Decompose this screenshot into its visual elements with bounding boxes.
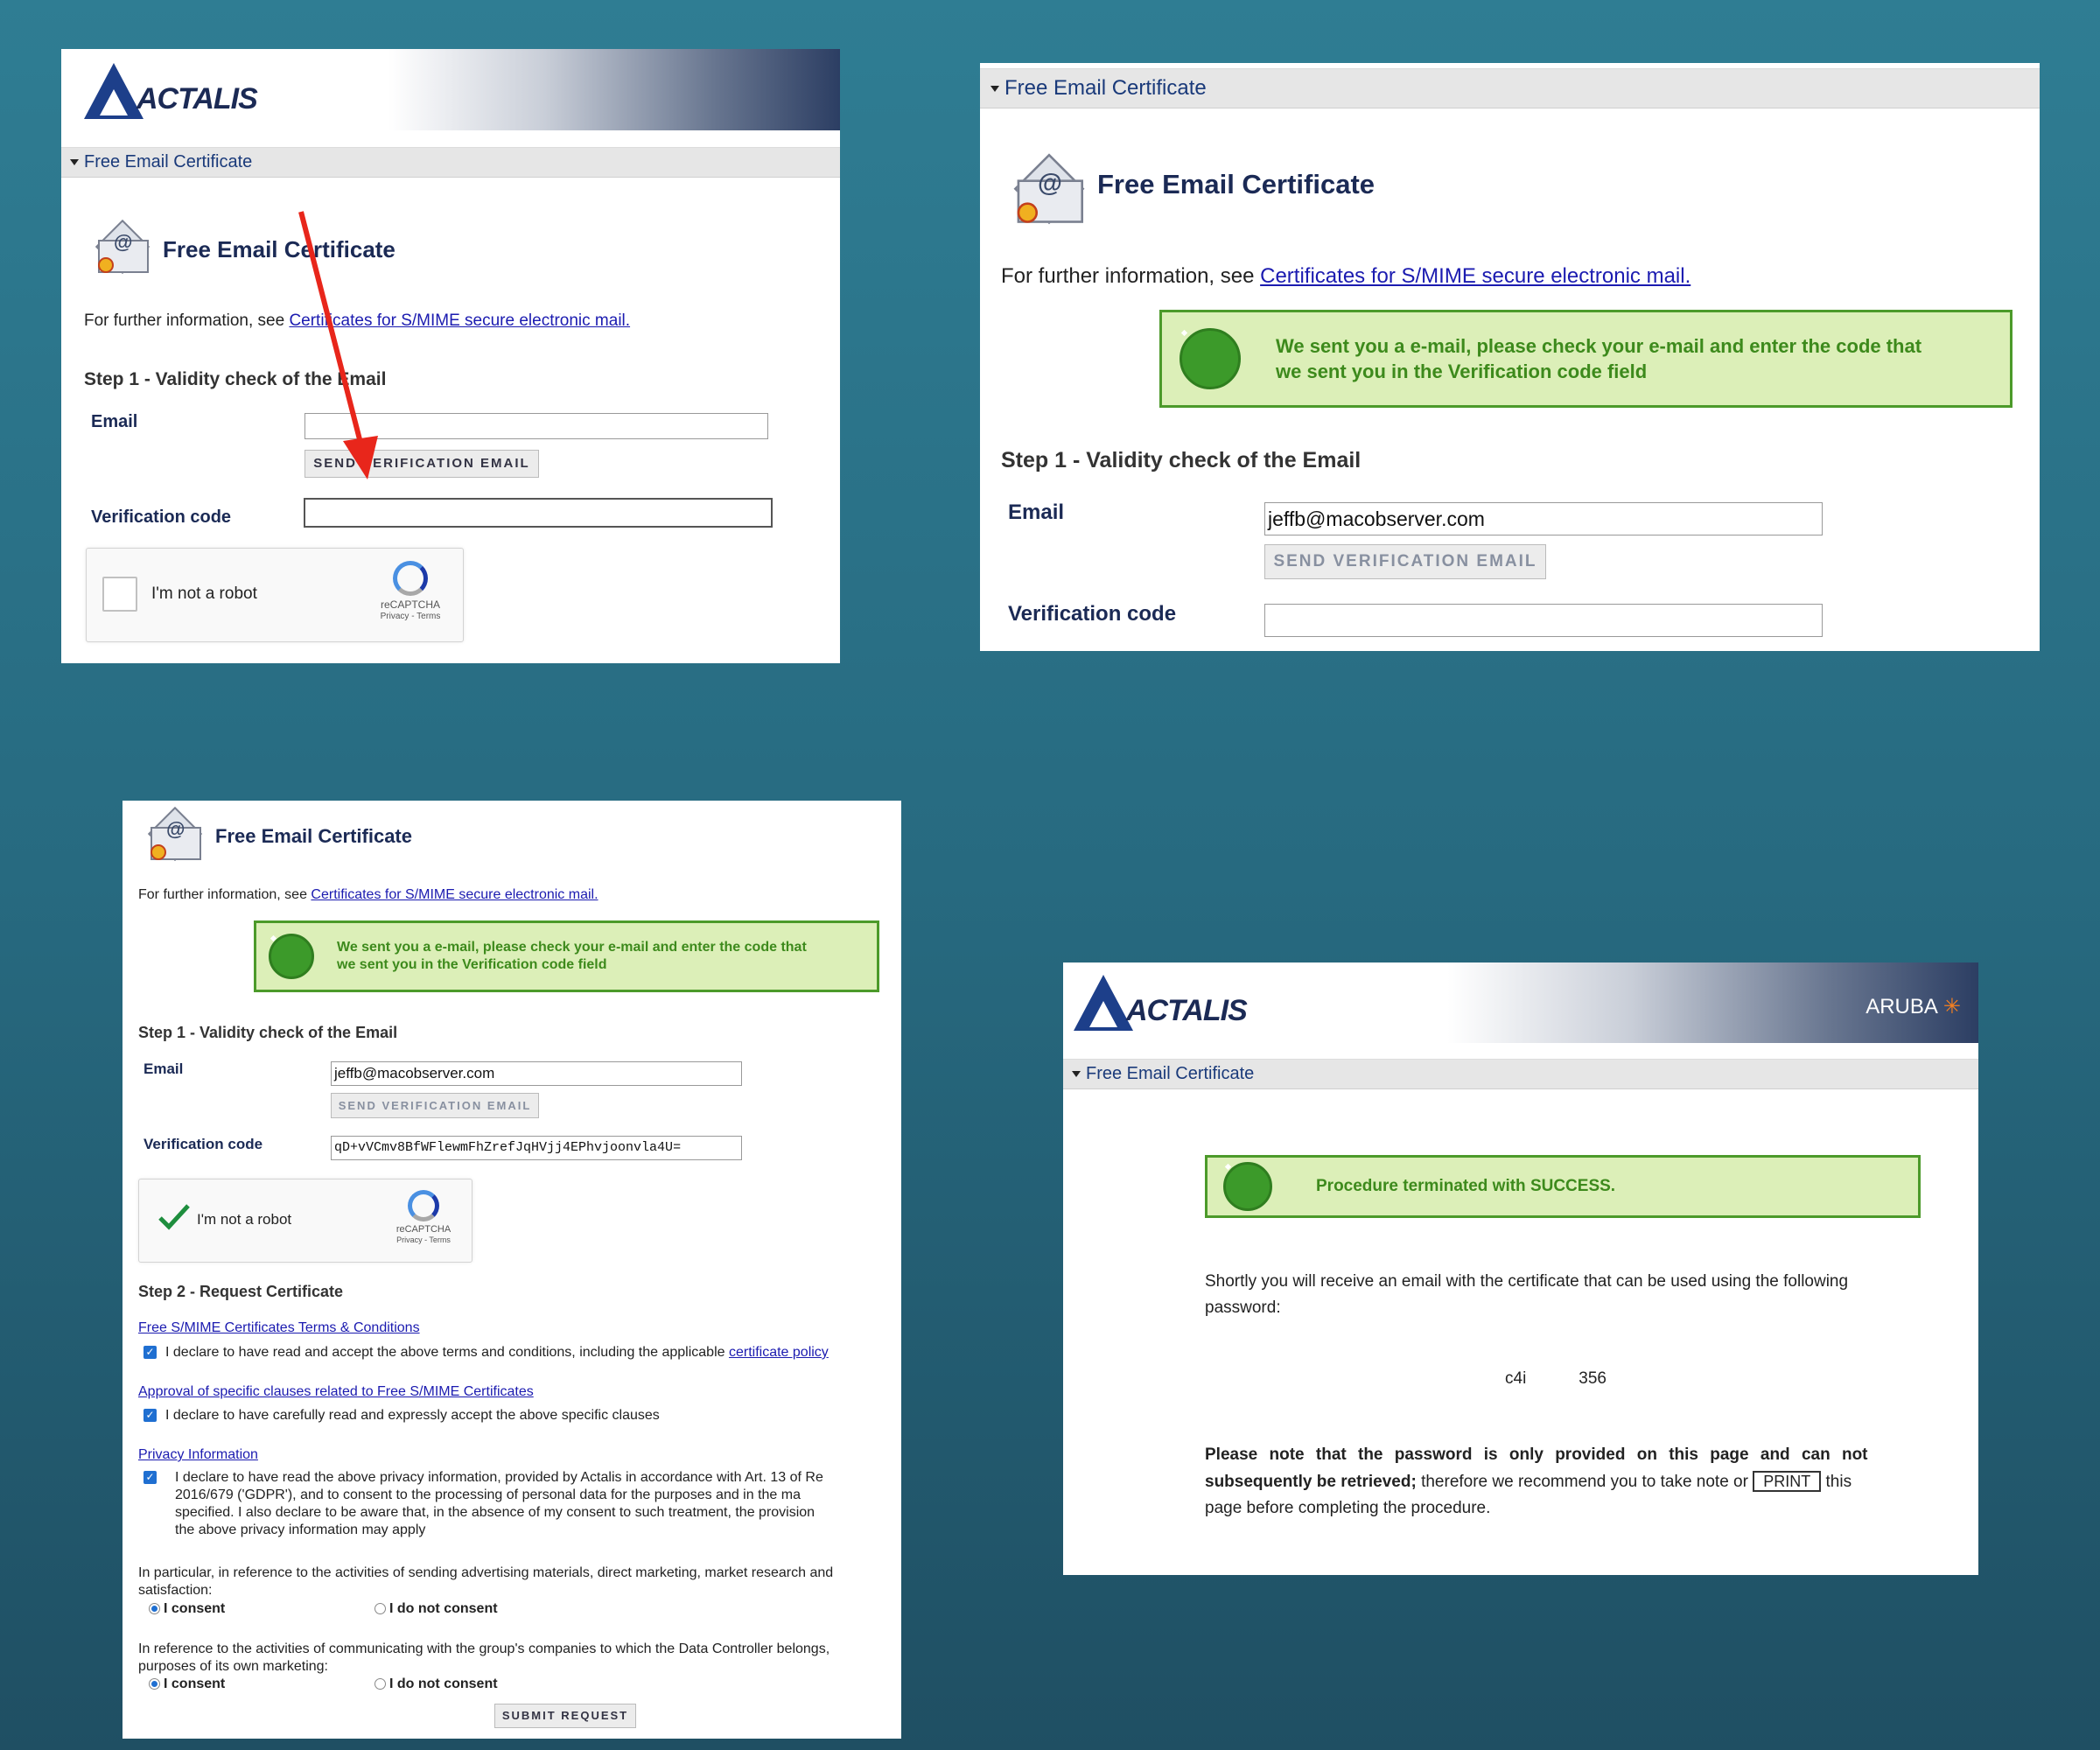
- group-text: In reference to the activities of commun…: [138, 1642, 830, 1674]
- email-label: Email: [144, 1060, 184, 1077]
- panel-step1-sent: Free Email Certificate @ Free Email Cert…: [980, 63, 2040, 651]
- info-link[interactable]: Certificates for S/MIME secure electroni…: [1260, 264, 1690, 288]
- email-certificate-icon: @: [1013, 153, 1086, 225]
- send-verification-email-button[interactable]: SEND VERIFICATION EMAIL: [1264, 544, 1546, 579]
- email-input[interactable]: jeffb@macobserver.com: [331, 1061, 742, 1086]
- verification-code-input[interactable]: [1264, 604, 1823, 637]
- recaptcha-checkbox[interactable]: [102, 577, 137, 612]
- panel-success: ACTALIS ARUBA ✳ Free Email Certificate Pr…: [1063, 962, 1978, 1575]
- recaptcha-logo: reCAPTCHA Privacy - Terms: [384, 1190, 463, 1244]
- actalis-logo: ACTALIS: [1074, 975, 1248, 1031]
- section-label: Free Email Certificate: [84, 152, 253, 172]
- terms-link[interactable]: Free S/MIME Certificates Terms & Conditi…: [138, 1320, 420, 1336]
- logo-text: ACTALIS: [136, 82, 258, 116]
- password-value: c4i 356: [1505, 1369, 1606, 1388]
- radio-selected-icon[interactable]: [149, 1678, 160, 1690]
- title-row: @ Free Email Certificate: [147, 806, 412, 862]
- panel-step1-empty: ACTALIS Free Email Certificate @ Free Em…: [61, 49, 840, 663]
- email-input[interactable]: jeffb@macobserver.com: [1264, 502, 1823, 536]
- section-toggle[interactable]: Free Email Certificate: [1063, 1059, 1978, 1089]
- panel-step2-request: @ Free Email Certificate For further inf…: [122, 801, 901, 1739]
- radio-icon[interactable]: [374, 1603, 386, 1615]
- recaptcha-links[interactable]: Privacy - Terms: [367, 612, 454, 621]
- step1-title: Step 1 - Validity check of the Email: [138, 1024, 398, 1041]
- section-toggle[interactable]: Free Email Certificate: [61, 147, 840, 178]
- caret-down-icon: [990, 86, 999, 93]
- recaptcha-logo: reCAPTCHA Privacy - Terms: [367, 561, 454, 621]
- terms-checkbox-row[interactable]: ✓ I declare to have read and accept the a…: [144, 1345, 829, 1361]
- verification-code-label: Verification code: [91, 508, 232, 527]
- print-button[interactable]: PRINT: [1753, 1471, 1822, 1492]
- section-label: Free Email Certificate: [1004, 76, 1207, 100]
- email-label: Email: [1008, 500, 1065, 524]
- recaptcha-label: I'm not a robot: [151, 584, 257, 603]
- shortly-text: Shortly you will receive an email with t…: [1205, 1272, 1849, 1317]
- recaptcha-links[interactable]: Privacy - Terms: [384, 1236, 463, 1244]
- info-text: For further information, see Certificate…: [1001, 264, 1691, 288]
- certificate-policy-link[interactable]: certificate policy: [729, 1345, 829, 1360]
- aruba-star-icon: ✳: [1942, 995, 1961, 1018]
- marketing-text: In particular, in reference to the activ…: [138, 1565, 834, 1598]
- privacy-checkbox-row[interactable]: ✓ I declare to have read the above priva…: [144, 1469, 823, 1539]
- success-alert: Procedure terminated with SUCCESS.: [1205, 1155, 1921, 1218]
- step1-title: Step 1 - Validity check of the Email: [1001, 448, 1362, 472]
- recaptcha-checked-icon[interactable]: [157, 1202, 192, 1232]
- radio-selected-icon[interactable]: [149, 1603, 160, 1615]
- verification-sent-alert: We sent you a e-mail, please check your …: [1159, 310, 2012, 408]
- checked-checkbox-icon[interactable]: ✓: [144, 1346, 157, 1360]
- actalis-logo: ACTALIS: [84, 63, 258, 119]
- caret-down-icon: [70, 159, 79, 166]
- marketing-consent-radio[interactable]: I consent: [149, 1601, 225, 1617]
- verification-sent-alert: We sent you a e-mail, please check your …: [254, 920, 879, 992]
- email-certificate-icon: @: [147, 806, 203, 862]
- radio-icon[interactable]: [374, 1678, 386, 1690]
- send-verification-email-button[interactable]: SEND VERIFICATION EMAIL: [331, 1093, 539, 1118]
- logo-text: ACTALIS: [1126, 994, 1248, 1027]
- recaptcha-icon: [393, 561, 428, 596]
- title-row: @ Free Email Certificate: [1013, 153, 1376, 225]
- recaptcha-label: I'm not a robot: [197, 1211, 292, 1228]
- aruba-logo: ARUBA ✳: [1866, 995, 1961, 1018]
- success-check-icon: [1180, 328, 1241, 389]
- recaptcha-icon: [408, 1190, 439, 1222]
- verification-code-label: Verification code: [1008, 602, 1177, 626]
- submit-request-button[interactable]: SUBMIT REQUEST: [494, 1704, 636, 1728]
- group-consent-radio[interactable]: I consent: [149, 1676, 225, 1692]
- email-label: Email: [91, 412, 138, 431]
- page-title: Free Email Certificate: [215, 825, 412, 847]
- marketing-no-consent-radio[interactable]: I do not consent: [374, 1601, 498, 1617]
- email-certificate-icon: @: [94, 219, 150, 275]
- note-text: Please note that the password is only pr…: [1205, 1446, 1868, 1517]
- checked-checkbox-icon[interactable]: ✓: [144, 1471, 157, 1484]
- info-text: For further information, see Certificate…: [138, 887, 598, 902]
- section-label: Free Email Certificate: [1086, 1064, 1255, 1083]
- verification-code-input[interactable]: qD+vVCmv8BfWFlewmFhZrefJqHVjj4EPhvjoonvl…: [331, 1136, 742, 1160]
- clauses-link[interactable]: Approval of specific clauses related to …: [138, 1384, 534, 1400]
- actalis-header: ACTALIS: [61, 49, 840, 130]
- section-toggle[interactable]: Free Email Certificate: [980, 68, 2040, 108]
- success-check-icon: [1223, 1162, 1272, 1211]
- page-title: Free Email Certificate: [1097, 169, 1376, 200]
- verification-code-label: Verification code: [144, 1136, 263, 1152]
- group-no-consent-radio[interactable]: I do not consent: [374, 1676, 498, 1692]
- success-check-icon: [269, 934, 314, 979]
- privacy-link[interactable]: Privacy Information: [138, 1447, 258, 1463]
- recaptcha-widget: I'm not a robot reCAPTCHA Privacy - Term…: [138, 1179, 472, 1263]
- actalis-header: ACTALIS ARUBA ✳: [1063, 962, 1978, 1043]
- info-link[interactable]: Certificates for S/MIME secure electroni…: [311, 887, 598, 902]
- checked-checkbox-icon[interactable]: ✓: [144, 1409, 157, 1423]
- step2-title: Step 2 - Request Certificate: [138, 1283, 344, 1300]
- recaptcha-widget: I'm not a robot reCAPTCHA Privacy - Term…: [86, 548, 464, 642]
- caret-down-icon: [1072, 1071, 1081, 1078]
- annotation-arrow: [298, 211, 378, 480]
- clauses-checkbox-row[interactable]: ✓ I declare to have carefully read and ex…: [144, 1408, 660, 1424]
